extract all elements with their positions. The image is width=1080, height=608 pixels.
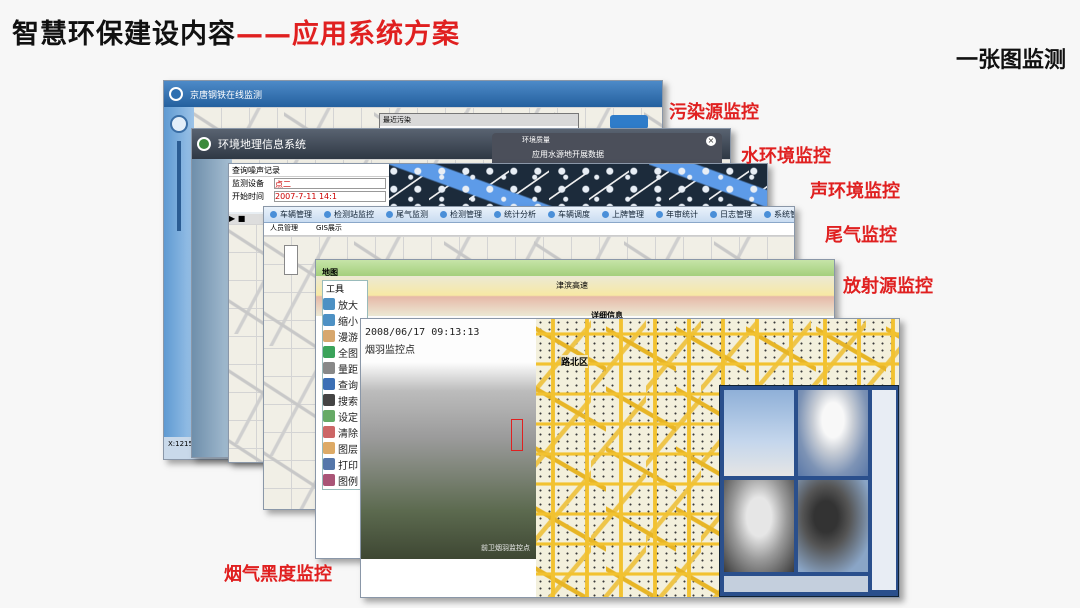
window-titlebar: 京唐钢铁在线监测 bbox=[164, 81, 662, 107]
pan-control-icon[interactable] bbox=[170, 115, 188, 133]
camera-thumb[interactable] bbox=[798, 390, 868, 476]
sub-tabs: 人员管理 GIS展示 bbox=[264, 223, 794, 236]
window-title: 京唐钢铁在线监测 bbox=[190, 90, 263, 101]
form-row: 监测设备 点二 bbox=[229, 177, 389, 190]
camera-thumb[interactable] bbox=[724, 390, 794, 476]
legend-icon bbox=[323, 474, 335, 486]
camera-thumb[interactable] bbox=[798, 480, 868, 572]
form-label: 查询噪声记录 bbox=[232, 166, 280, 175]
label-pollution: 污染源监控 bbox=[669, 102, 759, 123]
zoom-in-icon bbox=[323, 298, 335, 310]
camera-grid bbox=[719, 385, 899, 597]
camera-thumb[interactable] bbox=[724, 480, 794, 572]
menu-item[interactable]: 统计分析 bbox=[488, 207, 542, 222]
menu-item[interactable]: 尾气监测 bbox=[380, 207, 434, 222]
left-toolbar bbox=[164, 107, 194, 459]
window-header: 地图 bbox=[316, 260, 834, 277]
tab-personnel[interactable]: 人员管理 bbox=[270, 223, 298, 235]
highway-strip: 津滨高速 bbox=[316, 276, 834, 316]
camera-feed[interactable]: 2008/06/17 09:13:13 烟羽监控点 前卫烟羽监控点 bbox=[361, 319, 536, 559]
eraser-icon bbox=[323, 426, 335, 438]
menu-item[interactable]: 检测站监控 bbox=[318, 207, 380, 222]
tool-panel-header: 工具 bbox=[326, 285, 345, 295]
page-title-main: 智慧环保建设内容 bbox=[12, 19, 236, 50]
globe-icon bbox=[197, 137, 211, 151]
page-title-sub: ——应用系统方案 bbox=[236, 19, 460, 50]
app-logo-icon bbox=[169, 87, 183, 101]
label-noise: 声环境监控 bbox=[810, 181, 900, 202]
close-icon[interactable]: × bbox=[706, 136, 716, 146]
layers-icon bbox=[323, 442, 335, 454]
info-icon bbox=[323, 378, 335, 390]
corner-label: 一张图监测 bbox=[955, 48, 1066, 73]
form-row: 查询噪声记录 bbox=[229, 164, 389, 177]
binoculars-icon bbox=[323, 394, 335, 406]
target-marker[interactable] bbox=[511, 419, 523, 451]
gis-sidebar bbox=[192, 159, 232, 457]
popup-title: 环境质量 bbox=[522, 136, 550, 144]
main-menu: 车辆管理 检测站监控 尾气监测 检测管理 统计分析 车辆调度 上牌管理 年审统计… bbox=[264, 207, 794, 223]
camera-timestamp: 2008/06/17 09:13:13 bbox=[365, 327, 480, 338]
dialog-title: 最近污染 bbox=[380, 114, 578, 126]
tool-zoom-in[interactable]: 放大 bbox=[323, 296, 367, 312]
window-title: 环境地理信息系统 bbox=[218, 138, 306, 151]
printer-icon bbox=[323, 458, 335, 470]
camera-location: 烟羽监控点 bbox=[365, 345, 415, 356]
player-toolbar[interactable] bbox=[724, 576, 868, 592]
nav-control-icon[interactable] bbox=[284, 245, 298, 275]
menu-item[interactable]: 车辆调度 bbox=[542, 207, 596, 222]
nav-button[interactable] bbox=[610, 115, 648, 129]
popup-item[interactable]: 应用水源地开展数据 bbox=[492, 147, 722, 162]
form-label: 监测设备 bbox=[232, 179, 264, 188]
district-label: 路北区 bbox=[561, 355, 589, 368]
zoom-slider[interactable] bbox=[177, 141, 181, 231]
menu-item[interactable]: 上牌管理 bbox=[596, 207, 650, 222]
menu-item[interactable]: 车辆管理 bbox=[264, 207, 318, 222]
smoke-monitor-window: 路北区 2008/06/17 09:13:13 烟羽监控点 前卫烟羽监控点 bbox=[360, 318, 900, 598]
stop-icon[interactable]: ■ bbox=[238, 214, 246, 223]
label-smoke: 烟气黑度监控 bbox=[224, 564, 332, 585]
hand-icon bbox=[323, 330, 335, 342]
form-row: 开始时间 2007-7-11 14:1 bbox=[229, 190, 389, 203]
label-water: 水环境监控 bbox=[741, 146, 831, 167]
zoom-out-icon bbox=[323, 314, 335, 326]
menu-item[interactable]: 年审统计 bbox=[650, 207, 704, 222]
label-exhaust: 尾气监控 bbox=[825, 225, 897, 246]
start-time-input[interactable]: 2007-7-11 14:1 bbox=[274, 191, 386, 202]
road-label: 津滨高速 bbox=[556, 281, 588, 290]
play-icon[interactable]: ▶ bbox=[229, 214, 235, 223]
tab-gis[interactable]: GIS展示 bbox=[316, 223, 342, 235]
globe-icon bbox=[323, 346, 335, 358]
label-radiation: 放射源监控 bbox=[843, 276, 933, 297]
ruler-icon bbox=[323, 362, 335, 374]
camera-footer: 前卫烟羽监控点 bbox=[481, 544, 530, 552]
ptz-panel[interactable] bbox=[872, 390, 896, 590]
form-label: 开始时间 bbox=[232, 192, 264, 201]
query-form: 查询噪声记录 监测设备 点二 开始时间 2007-7-11 14:1 bbox=[229, 164, 389, 212]
device-select[interactable]: 点二 bbox=[274, 178, 386, 189]
menu-item[interactable]: 日志管理 bbox=[704, 207, 758, 222]
settings-icon bbox=[323, 410, 335, 422]
page-title: 智慧环保建设内容——应用系统方案 bbox=[12, 12, 460, 51]
menu-item[interactable]: 系统管理 bbox=[758, 207, 794, 222]
menu-item[interactable]: 检测管理 bbox=[434, 207, 488, 222]
